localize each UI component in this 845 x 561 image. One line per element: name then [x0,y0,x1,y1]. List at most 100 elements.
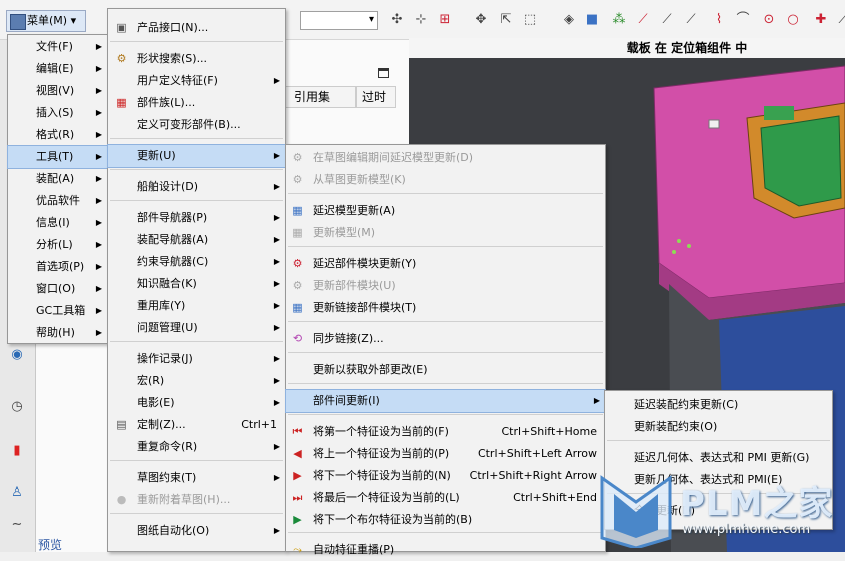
menu-item-make-next-feature-current[interactable]: ▶ 将下一个特征设为当前的(N) Ctrl+Shift+Right Arrow [286,465,605,487]
menu-item-constraint-navigator[interactable]: 约束导航器(C) ▶ [108,251,285,273]
cross-icon[interactable]: ✚ [812,11,830,29]
menu-item-reattach-sketch[interactable]: ● 重新附着草图(H)... [108,489,285,511]
submenu-arrow-icon: ▶ [273,376,280,385]
tangent-icon[interactable]: ⟋ [682,11,700,29]
menu-item-journal[interactable]: 操作记录(J) ▶ [108,348,285,370]
menu-item-information[interactable]: 信息(I) ▶ [8,212,107,234]
reattach-sketch-icon: ● [116,493,127,506]
menu-item-preferences[interactable]: 首选项(P) ▶ [8,256,107,278]
menu-item-delay-geometry-updates[interactable]: 延迟几何体、表达式和 PMI 更新(G) [605,447,832,469]
roles-icon[interactable]: ♙ [8,484,26,502]
menu-item-tools[interactable]: 工具(T) ▶ [7,145,108,169]
curve-icon[interactable]: ⟋ [658,11,676,29]
main-menu: 文件(F) ▶ 编辑(E) ▶ 视图(V) ▶ 插入(S) ▶ 格式(R) ▶ 工具(T) ▶ 装配(A… [7,34,108,344]
menu-item-make-previous-feature-current[interactable]: ◀ 将上一个特征设为当前的(P) Ctrl+Shift+Left Arrow [286,443,605,465]
line-icon[interactable]: ⟋ [634,11,652,29]
cube-icon[interactable]: ■ [583,11,601,29]
solid-icon[interactable]: ◈ [560,11,578,29]
sketch-model-icon: ⚙ [292,173,303,186]
box-select-icon[interactable]: ⬚ [521,11,539,29]
submenu-arrow-icon: ▶ [95,306,102,315]
menu-item-make-last-feature-current[interactable]: ⏭ 将最后一个特征设为当前的(L) Ctrl+Shift+End [286,487,605,509]
menu-item-macro[interactable]: 宏(R) ▶ [108,370,285,392]
menu-item-make-next-boolean-current[interactable]: ▶ 将下一个布尔特征设为当前的(B) [286,509,605,531]
menu-item-assembly-navigator[interactable]: 装配导航器(A) ▶ [108,229,285,251]
menu-item-user-defined-feature[interactable]: 用户定义特征(F) ▶ [108,70,285,92]
history-icon[interactable]: ◷ [8,398,26,416]
menu-item-delay-constraint-updates[interactable]: 延迟装配约束更新(C) [605,394,832,416]
menu-item-label: 首选项(P) [36,260,85,273]
menu-item-synchronize-links[interactable]: ⟲ 同步链接(Z)... [286,328,605,350]
menu-item-analysis[interactable]: 分析(L) ▶ [8,234,107,256]
arc-icon[interactable]: ⌒ [734,11,752,29]
menu-item-ship-design[interactable]: 船舶设计(D) ▶ [108,176,285,198]
menu-item-part-navigator[interactable]: 部件导航器(P) ▶ [108,207,285,229]
web-icon[interactable]: ◉ [8,346,26,364]
process-icon[interactable]: ∼ [8,516,26,534]
menu-item-product-interface[interactable]: ▣ 产品接口(N)... [108,17,285,39]
customize-icon: ▤ [116,418,127,431]
point-icon[interactable]: ⊹ [412,11,430,29]
menu-item-format[interactable]: 格式(R) ▶ [8,124,107,146]
menu-item-view[interactable]: 视图(V) ▶ [8,80,107,102]
snap-icon[interactable]: ✣ [388,11,406,29]
menu-item-part-family[interactable]: ▦ 部件族(L)... [108,92,285,114]
menu-item-delay-part-module-updates[interactable]: ⚙ 延迟部件模块更新(Y) [286,253,605,275]
menu-item-label: 更新部件模块(U) [313,279,396,292]
menu-item-movie[interactable]: 电影(E) ▶ [108,392,285,414]
menu-item-delay-model-updates[interactable]: ▦ 延迟模型更新(A) [286,200,605,222]
menu-item-knowledge-fusion[interactable]: 知识融合(K) ▶ [108,273,285,295]
restore-icon[interactable] [378,68,389,78]
menu-item-update-linked-part-modules[interactable]: ▦ 更新链接部件模块(T) [286,297,605,319]
menu-item-assemblies[interactable]: 装配(A) ▶ [8,168,107,190]
select-icon[interactable]: ⇱ [497,11,515,29]
menu-item-drawing-automation[interactable]: 图纸自动化(O) ▶ [108,520,285,542]
submenu-arrow-icon: ▶ [273,279,280,288]
menu-item-auto-feature-replay[interactable]: ⤳ 自动特征重播(P) [286,539,605,561]
menu-item-youpin[interactable]: 优品软件 ▶ [8,190,107,212]
menu-item-update-model-from-sketch[interactable]: ⚙ 从草图更新模型(K) [286,169,605,191]
palette-icon[interactable]: ▮ [8,442,26,460]
column-header-reference-set[interactable]: 引用集 [285,86,356,108]
menu-item-file[interactable]: 文件(F) ▶ [8,36,107,58]
add-point-icon[interactable]: ⊞ [436,11,454,29]
menu-item-update[interactable]: 更新(U) ▶ [107,144,286,168]
shape-search-icon: ⚙ [116,52,127,65]
menu-item-label: 同步链接(Z)... [313,332,384,345]
menu-item-sketch-constraints[interactable]: 草图约束(T) ▶ [108,467,285,489]
submenu-arrow-icon: ▶ [95,174,102,183]
move-icon[interactable]: ✥ [472,11,490,29]
menu-item-make-first-feature-current[interactable]: ⏮ 将第一个特征设为当前的(F) Ctrl+Shift+Home [286,421,605,443]
grid-snap-icon[interactable]: ⁂ [610,11,628,29]
menu-item-edit[interactable]: 编辑(E) ▶ [8,58,107,80]
menu-item-insert[interactable]: 插入(S) ▶ [8,102,107,124]
preview-tab[interactable]: 预览 [38,536,98,552]
menu-item-shape-search[interactable]: ⚙ 形状搜索(S)... [108,48,285,70]
menu-item-update-model[interactable]: ▦ 更新模型(M) [286,222,605,244]
menu-item-issue-management[interactable]: 问题管理(U) ▶ [108,317,285,339]
menu-item-customize[interactable]: ▤ 定制(Z)... Ctrl+1 [108,414,285,436]
polyline-icon[interactable]: ⌇ [710,11,728,29]
menu-item-delay-update-during-sketch[interactable]: ⚙ 在草图编辑期间延迟模型更新(D) [286,147,605,169]
menu-item-help[interactable]: 帮助(H) ▶ [8,322,107,344]
menu-item-gc-toolbox[interactable]: GC工具箱 ▶ [8,300,107,322]
menu-item-label: 延迟几何体、表达式和 PMI 更新(G) [634,451,810,464]
menu-item-repeat-command[interactable]: 重复命令(R) ▶ [108,436,285,458]
submenu-arrow-icon: ▶ [95,130,102,139]
menu-item-interpart-update[interactable]: 部件间更新(I) ▶ [285,389,606,413]
column-header-out-of-date[interactable]: 过时 [356,86,396,108]
product-interface-icon: ▣ [116,21,127,34]
selection-filter-dropdown[interactable] [300,11,378,30]
circle-center-icon[interactable]: ⊙ [760,11,778,29]
circle-icon[interactable]: ○ [784,11,802,29]
menu-item-deformable-part[interactable]: 定义可变形部件(B)... [108,114,285,136]
menu-item-update-constraints[interactable]: 更新装配约束(O) [605,416,832,438]
main-menu-button[interactable]: 菜单(M) ▾ [6,10,86,32]
menu-item-update-for-external-change[interactable]: 更新以获取外部更改(E) [286,359,605,381]
diagonal-icon[interactable]: ⟋ [834,11,845,29]
menu-item-reuse-library[interactable]: 重用库(Y) ▶ [108,295,285,317]
watermark-brand: PLM之家 [680,484,834,524]
menu-item-window[interactable]: 窗口(O) ▶ [8,278,107,300]
menu-item-update-part-modules[interactable]: ⚙ 更新部件模块(U) [286,275,605,297]
menu-item-label: 部件间更新(I) [313,394,380,407]
